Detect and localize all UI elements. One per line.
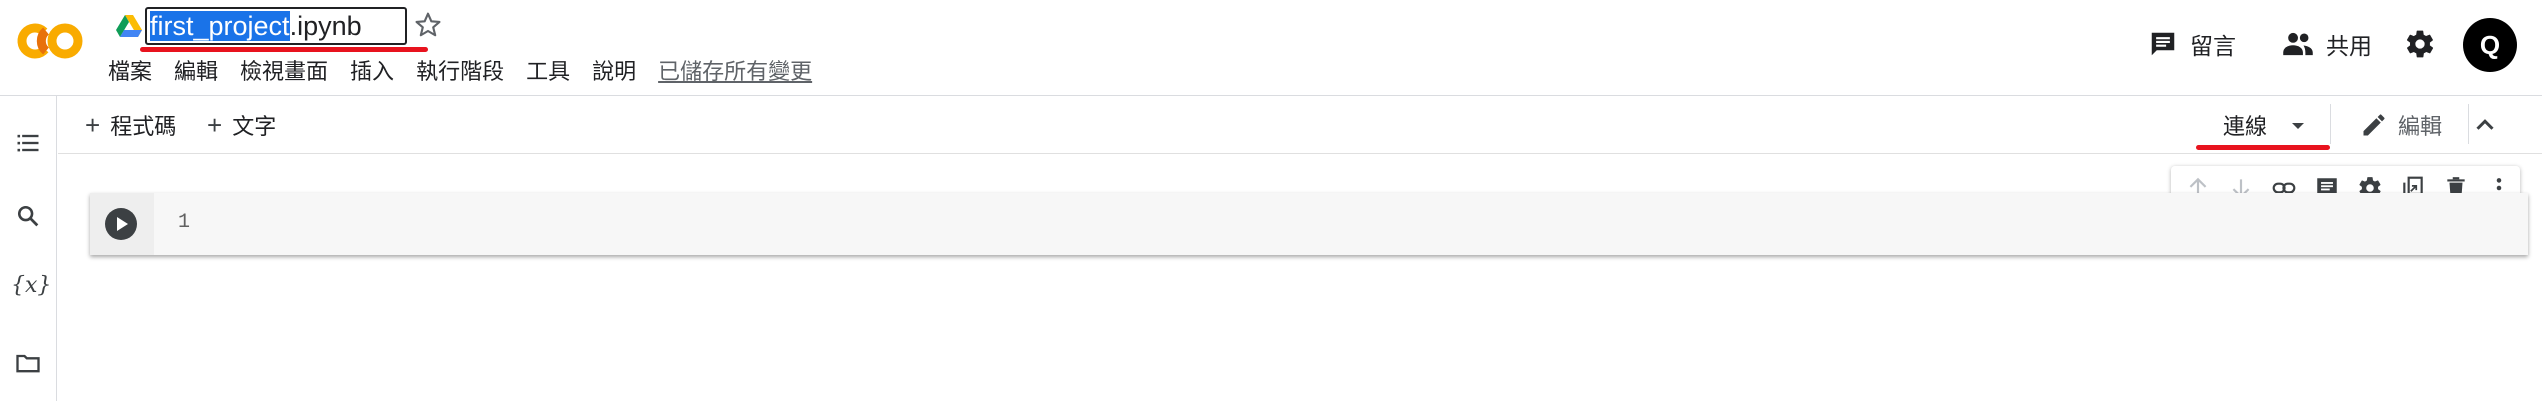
menu-help[interactable]: 說明 [592,56,647,88]
add-code-label: 程式碼 [110,114,177,139]
notebook-toolbar: + 程式碼 + 文字 連線 編輯 [58,96,2542,154]
variables-icon[interactable]: {𝑥} [11,273,51,298]
app-header: first_project.ipynb 檔案 編輯 檢視畫面 插入 執行階段 工… [0,0,2542,95]
add-text-cell-button[interactable]: + 文字 [207,108,276,142]
search-icon[interactable] [14,202,42,230]
menu-file[interactable]: 檔案 [108,56,163,88]
star-icon[interactable] [412,9,444,41]
title-red-annotation [140,47,428,52]
notebook-title-extension: .ipynb [289,11,362,41]
chevron-up-icon[interactable] [2470,110,2500,140]
colab-logo[interactable] [16,22,84,60]
connect-red-annotation [2196,145,2330,150]
google-drive-icon[interactable] [116,14,142,38]
pencil-icon [2363,114,2385,136]
menu-tools[interactable]: 工具 [526,56,581,88]
menu-runtime[interactable]: 執行階段 [416,56,515,88]
toolbar-separator [2468,104,2469,144]
menu-edit[interactable]: 編輯 [174,56,229,88]
comment-label: 留言 [2190,33,2236,59]
add-code-cell-button[interactable]: + 程式碼 [85,108,176,142]
plus-icon: + [85,110,101,140]
line-number: 1 [178,211,191,234]
share-label: 共用 [2326,33,2372,59]
connect-button[interactable]: 連線 [2223,108,2267,142]
comment-icon [2151,32,2175,56]
chevron-down-icon[interactable] [2288,116,2308,136]
menu-view[interactable]: 檢視畫面 [240,56,339,88]
run-cell-button[interactable] [105,208,137,240]
notebook-title-selected: first_project [150,11,290,41]
plus-icon: + [207,110,223,140]
notebook-title-input[interactable]: first_project.ipynb [145,7,407,45]
edit-mode-button[interactable]: 編輯 [2360,108,2442,142]
share-button[interactable]: 共用 [2282,20,2372,68]
comment-button[interactable]: 留言 [2148,20,2236,68]
code-cell[interactable]: 1 [90,193,2528,255]
people-icon [2283,32,2313,56]
add-text-label: 文字 [232,114,277,139]
connect-label: 連線 [2223,114,2268,139]
menu-bar: 檔案 編輯 檢視畫面 插入 執行階段 工具 說明 已儲存所有變更 [108,56,834,88]
toolbar-separator [2330,104,2331,144]
left-rail: {𝑥} [0,96,57,401]
settings-gear-icon[interactable] [2404,28,2436,60]
menu-insert[interactable]: 插入 [350,56,405,88]
cell-gutter [90,193,154,255]
edit-label: 編輯 [2398,114,2443,139]
table-of-contents-icon[interactable] [14,129,42,157]
folder-icon[interactable] [14,349,42,377]
saved-status-link[interactable]: 已儲存所有變更 [658,56,823,88]
user-avatar[interactable]: Q [2463,18,2517,72]
